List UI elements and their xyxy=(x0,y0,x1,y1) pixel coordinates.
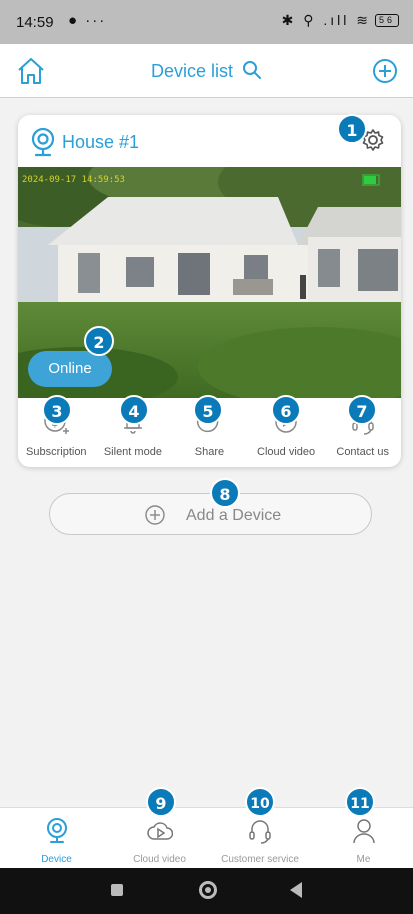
annotation-badge: 10 xyxy=(245,787,275,817)
battery-icon: 56 xyxy=(374,14,399,27)
annotation-badge: 9 xyxy=(146,787,176,817)
person-icon xyxy=(352,819,375,844)
annotation-badge: 7 xyxy=(347,395,377,425)
back-icon[interactable] xyxy=(290,882,302,898)
add-device-label: Add a Device xyxy=(186,507,282,524)
device-name[interactable]: House #1 xyxy=(62,132,139,153)
tab-label: Cloud video xyxy=(133,854,186,865)
tab-label: Customer service xyxy=(221,854,299,865)
action-label: Contact us xyxy=(336,446,389,458)
annotation-badge: 4 xyxy=(119,395,149,425)
status-time: 14:59 xyxy=(16,14,54,31)
bottom-tab-bar: Device Cloud video Customer service Me xyxy=(0,807,413,868)
annotation-badge: 8 xyxy=(210,478,240,508)
annotation-badge: 5 xyxy=(193,395,223,425)
headset-icon xyxy=(249,820,271,844)
search-icon[interactable] xyxy=(242,60,262,80)
tab-cloud-video[interactable]: Cloud video xyxy=(113,808,206,868)
tab-label: Me xyxy=(356,854,371,865)
status-bar: 14:59 ● ··· ✱ ⚲ .ıll ≋ 56 xyxy=(0,0,413,44)
recent-apps-icon[interactable] xyxy=(111,884,123,896)
app-header: Device list xyxy=(0,44,413,98)
action-label: Cloud video xyxy=(257,446,316,458)
annotation-badge: 6 xyxy=(271,395,301,425)
status-badge: Online xyxy=(28,351,112,387)
page-title: Device list xyxy=(0,60,413,82)
annotation-badge: 3 xyxy=(42,395,72,425)
action-label: Subscription xyxy=(26,446,87,458)
add-circle-icon xyxy=(145,505,165,525)
cloud-play-icon xyxy=(146,822,173,840)
video-timestamp: 2024-09-17 14:59:53 xyxy=(22,175,125,185)
tab-device[interactable]: Device xyxy=(0,808,113,868)
annotation-badge: 2 xyxy=(84,326,114,356)
annotation-badge: 11 xyxy=(345,787,375,817)
annotation-badge: 1 xyxy=(337,114,367,144)
page-title-text: Device list xyxy=(150,61,233,81)
camera-icon xyxy=(31,127,55,157)
tab-label: Device xyxy=(41,854,72,865)
action-label: Silent mode xyxy=(103,446,162,458)
add-circle-icon[interactable] xyxy=(371,57,399,85)
camera-icon xyxy=(46,818,67,843)
camera-preview[interactable]: 2024-09-17 14:59:53 Online xyxy=(18,167,401,398)
system-navigation-bar xyxy=(0,868,413,914)
notification-icons: ● ··· xyxy=(68,12,107,29)
home-button-icon[interactable] xyxy=(199,881,217,899)
system-status-icons: ✱ ⚲ .ıll ≋ 56 xyxy=(282,12,399,29)
action-label: Share xyxy=(194,446,225,458)
signal-icons: ✱ ⚲ .ıll ≋ xyxy=(281,12,371,28)
